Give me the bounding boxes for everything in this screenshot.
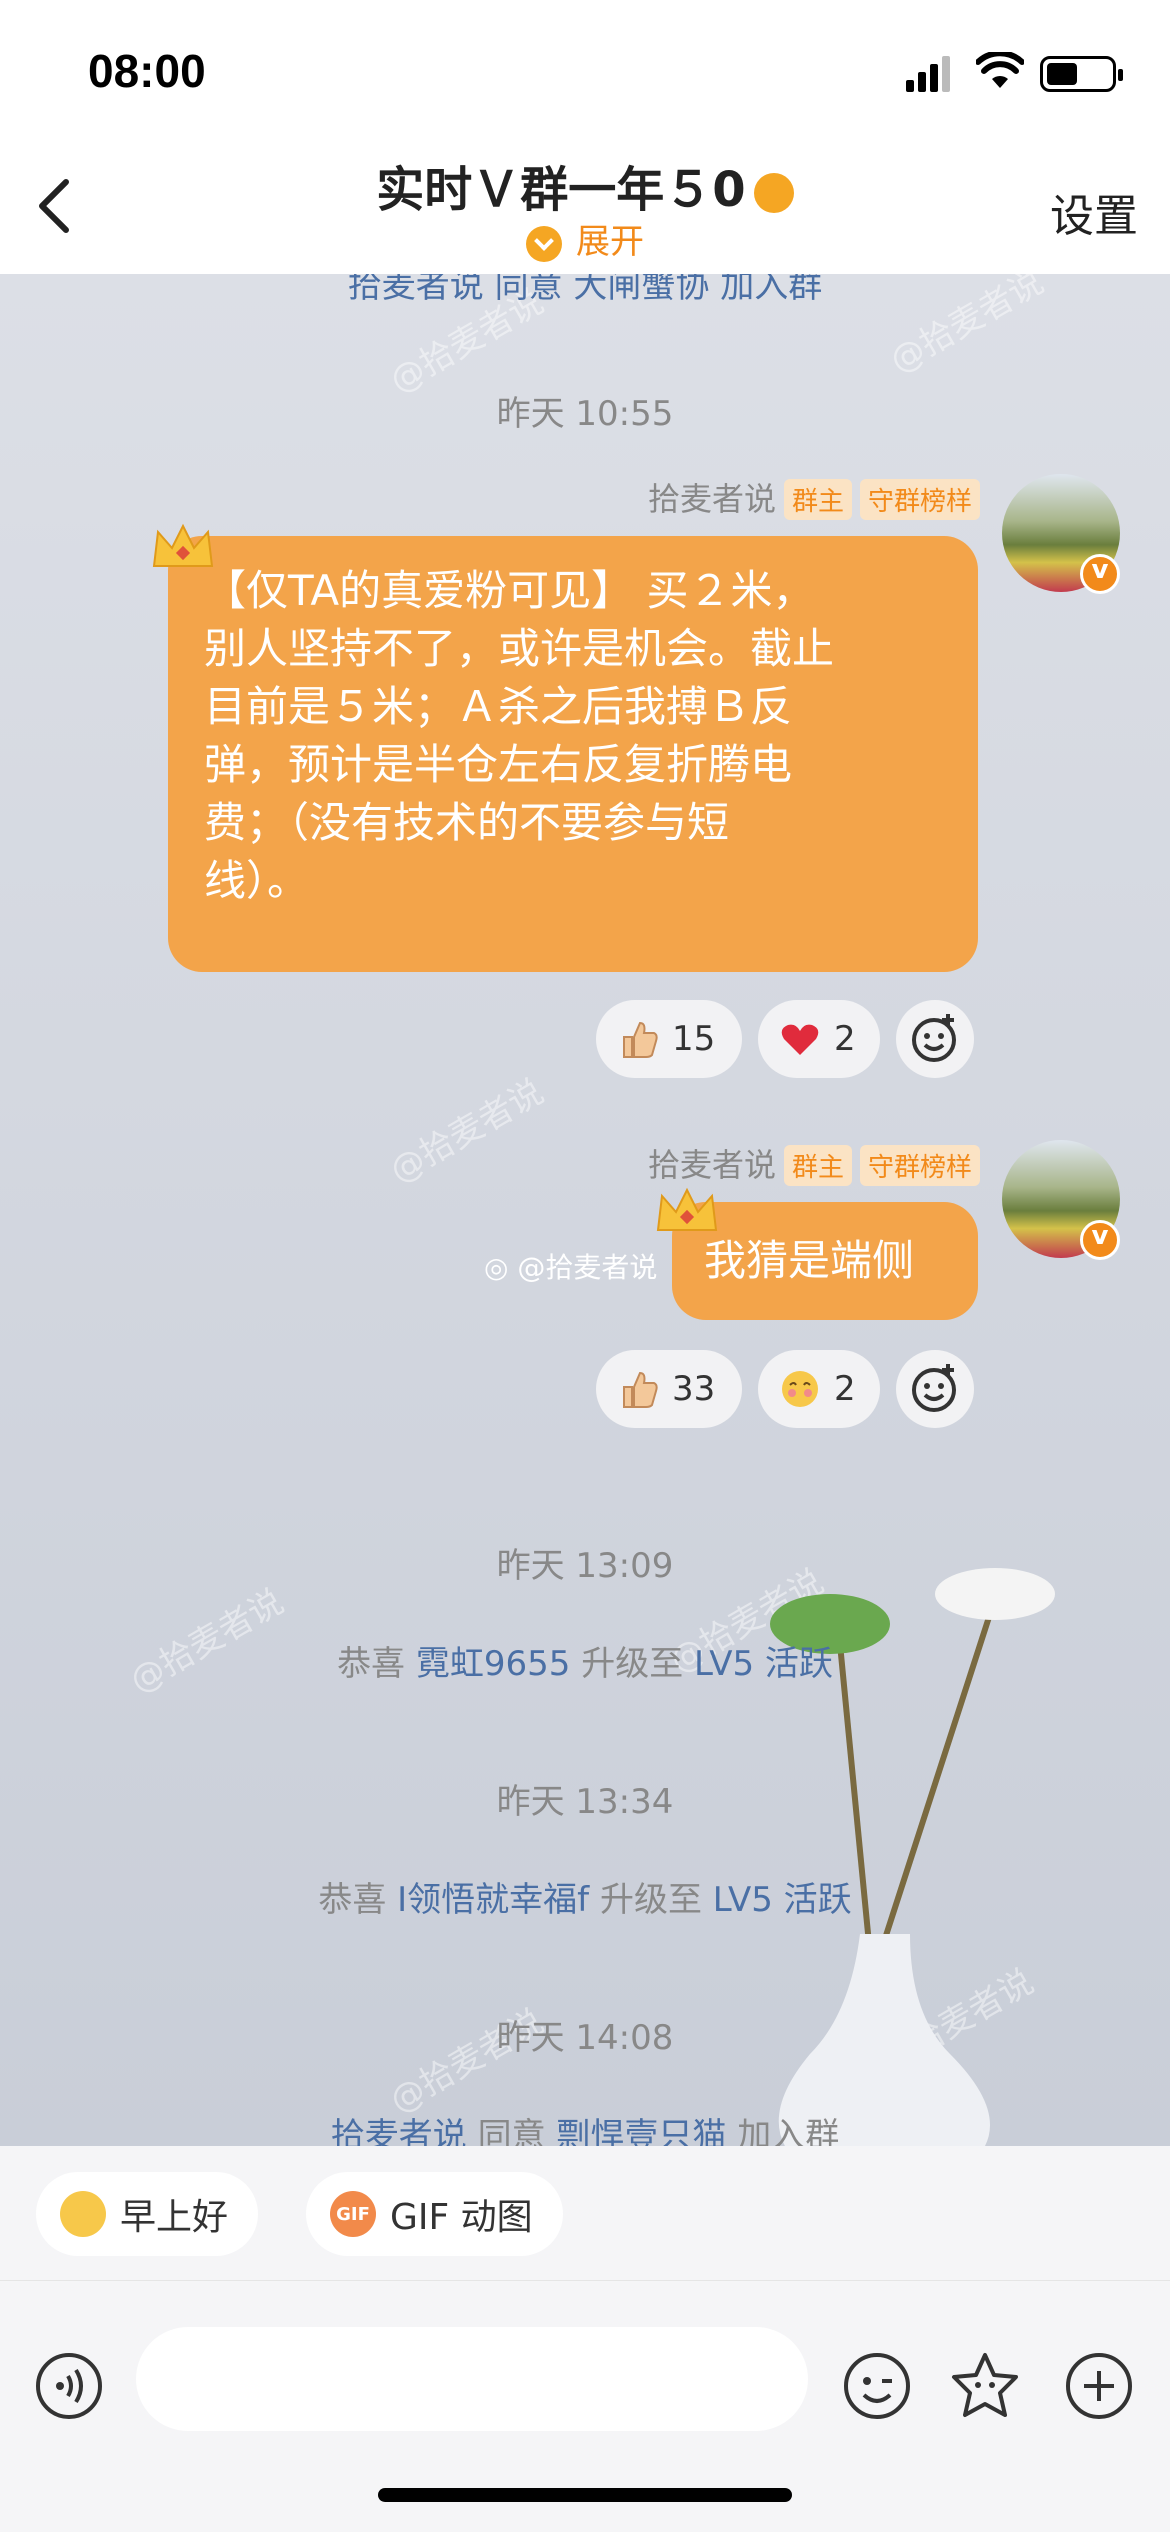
sender-name[interactable]: 拾麦者说	[648, 1146, 776, 1184]
crown-icon	[152, 523, 214, 567]
role-badge: 群主	[783, 479, 852, 520]
system-middle: 升级至	[581, 1644, 684, 1684]
reaction-count: 2	[834, 1369, 856, 1409]
message-line: 弹，预计是半仓左右反复折腾电	[204, 740, 793, 789]
reaction-heart[interactable]: 2	[758, 1000, 880, 1078]
add-emoji-icon	[912, 1364, 956, 1412]
gif-icon: GIF	[330, 2191, 376, 2237]
message-bubble[interactable]: 【仅TA的真爱粉可见】 买２米， 别人坚持不了，或许是机会。截止 目前是５米；Ａ…	[168, 536, 978, 972]
sun-face-icon	[60, 2191, 106, 2237]
heart-icon	[781, 1024, 819, 1055]
message-line: 线）。	[204, 856, 310, 905]
sender-line: 拾麦者说 群主 守群榜样	[648, 1140, 980, 1186]
system-message: 恭喜 I领悟就幸福f 升级至 LV5 活跃	[0, 1872, 1170, 1921]
group-title[interactable]: 实时Ｖ群一年５0	[0, 150, 1170, 220]
group-title-text: 实时Ｖ群一年５0	[376, 162, 746, 218]
reaction-thumbs-up[interactable]: 33	[596, 1350, 742, 1428]
crown-icon	[656, 1187, 718, 1231]
quick-reply-bar: 早上好 GIF GIF 动图	[0, 2146, 1170, 2280]
reaction-count: 33	[672, 1369, 716, 1409]
voice-icon[interactable]	[34, 2351, 104, 2421]
plus-icon[interactable]	[1064, 2351, 1134, 2421]
reaction-thumbs-up[interactable]: 15	[596, 1000, 742, 1078]
weibo-logo-icon: ◎	[484, 1251, 509, 1284]
watermark: @拾麦者说	[383, 1071, 551, 1192]
reaction-count: 15	[672, 1019, 716, 1059]
status-bar: 08:00	[0, 0, 1170, 140]
user-link[interactable]: 剽悍壹只猫	[556, 2116, 726, 2146]
chip-label: 早上好	[120, 2197, 229, 2238]
honor-badge: 守群榜样	[859, 1145, 980, 1186]
sender-name[interactable]: 拾麦者说	[648, 480, 776, 518]
user-link[interactable]: 霓虹9655	[416, 1644, 571, 1684]
weibo-watermark-text: @拾麦者说	[517, 1251, 658, 1284]
chat-area[interactable]: @拾麦者说 @拾麦者说 @拾麦者说 @拾麦者说 @拾麦者说 @拾麦者说 @拾麦者…	[0, 274, 1170, 2146]
system-text: 拾麦者说 同意 大闸蟹协 加入群	[347, 274, 823, 306]
thumbs-up-icon	[623, 1021, 658, 1058]
nav-bar: 实时Ｖ群一年５0 展开 设置	[0, 140, 1170, 274]
message-input[interactable]	[136, 2327, 808, 2431]
reaction-shy-face[interactable]: 2	[758, 1350, 880, 1428]
wifi-icon	[976, 52, 1024, 88]
honor-badge: 守群榜样	[859, 479, 980, 520]
quick-reply-gif[interactable]: GIF GIF 动图	[306, 2172, 563, 2256]
clock: 08:00	[88, 45, 206, 97]
system-prefix: 恭喜	[337, 1644, 406, 1684]
expand-label: 展开	[576, 222, 644, 262]
level-link[interactable]: LV5 活跃	[713, 1880, 852, 1920]
timestamp: 昨天 14:08	[496, 2018, 674, 2058]
quick-reply-good-morning[interactable]: 早上好	[36, 2172, 259, 2256]
system-suffix: 加入群	[737, 2116, 840, 2146]
cellular-signal-icon	[906, 56, 950, 92]
thumbs-up-icon	[623, 1371, 658, 1408]
message-line: 费；（没有技术的不要参与短	[204, 798, 730, 847]
shy-face-icon	[782, 1371, 818, 1407]
home-indicator	[378, 2488, 792, 2502]
system-prefix: 恭喜	[318, 1880, 387, 1920]
timestamp: 昨天 10:55	[496, 394, 674, 434]
add-reaction-button[interactable]	[896, 1000, 974, 1078]
chevron-down-icon	[526, 225, 562, 262]
sender-line: 拾麦者说 群主 守群榜样	[648, 474, 980, 520]
timestamp: 昨天 13:09	[496, 1546, 674, 1586]
user-link[interactable]: 拾麦者说	[331, 2116, 467, 2146]
verified-badge-icon	[1080, 1220, 1120, 1260]
add-reaction-button[interactable]	[896, 1350, 974, 1428]
level-link[interactable]: LV5 活跃	[694, 1644, 833, 1684]
add-emoji-icon	[912, 1014, 956, 1062]
expand-button[interactable]: 展开	[0, 214, 1170, 263]
role-badge: 群主	[783, 1145, 852, 1186]
system-middle: 升级至	[599, 1880, 702, 1920]
system-message-partial: 拾麦者说 同意 大闸蟹协 加入群	[0, 274, 1170, 307]
emoji-icon[interactable]	[842, 2351, 912, 2421]
chip-label: GIF 动图	[390, 2197, 533, 2238]
verified-badge-icon	[1080, 554, 1120, 594]
system-middle: 同意	[477, 2116, 546, 2146]
weibo-watermark: ◎ @拾麦者说	[484, 1246, 657, 1286]
settings-button[interactable]: 设置	[1050, 180, 1138, 244]
message-line: 【仅TA的真爱粉可见】 买２米，	[204, 566, 815, 615]
verified-badge-icon	[753, 173, 794, 213]
user-link[interactable]: I领悟就幸福f	[397, 1880, 589, 1920]
message-line: 目前是５米；Ａ杀之后我搏Ｂ反	[204, 682, 793, 731]
system-message: 恭喜 霓虹9655 升级至 LV5 活跃	[0, 1636, 1170, 1685]
message-text: 我猜是端侧	[704, 1236, 915, 1285]
timestamp: 昨天 13:34	[496, 1782, 674, 1822]
reaction-count: 2	[834, 1019, 856, 1059]
sticker-icon[interactable]	[950, 2351, 1020, 2421]
message-line: 别人坚持不了，或许是机会。截止	[204, 624, 835, 673]
battery-icon	[1040, 56, 1123, 92]
system-message: 拾麦者说 同意 剽悍壹只猫 加入群	[0, 2108, 1170, 2146]
